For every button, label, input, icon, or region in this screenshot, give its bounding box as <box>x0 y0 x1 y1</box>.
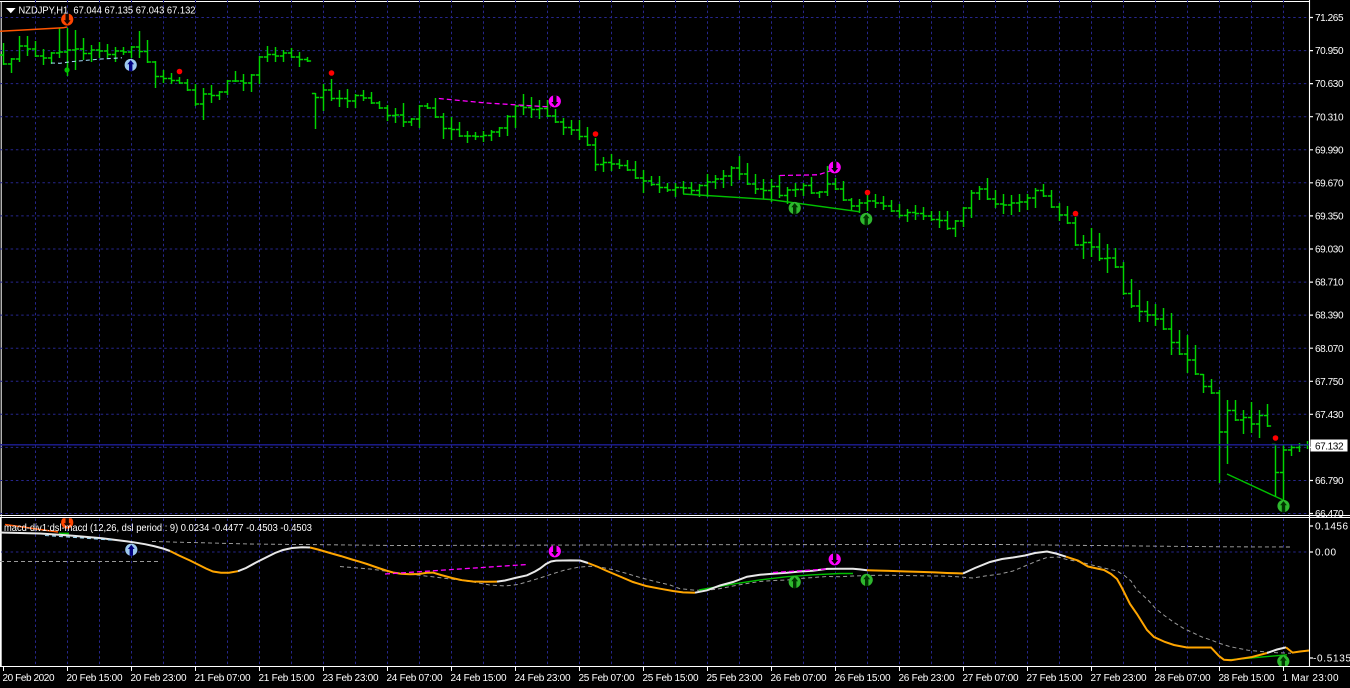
svg-text:26 Feb 07:00: 26 Feb 07:00 <box>771 673 827 684</box>
svg-text:26 Feb 23:00: 26 Feb 23:00 <box>899 673 955 684</box>
svg-text:25 Feb 23:00: 25 Feb 23:00 <box>707 673 763 684</box>
svg-text:69.990: 69.990 <box>1315 145 1344 156</box>
svg-text:25 Feb 07:00: 25 Feb 07:00 <box>579 673 635 684</box>
svg-text:69.350: 69.350 <box>1315 212 1344 223</box>
svg-text:1 Mar 23:00: 1 Mar 23:00 <box>1283 673 1339 684</box>
svg-text:23 Feb 23:00: 23 Feb 23:00 <box>323 673 379 684</box>
svg-text:24 Feb 15:00: 24 Feb 15:00 <box>451 673 507 684</box>
svg-text:20 Feb 15:00: 20 Feb 15:00 <box>67 673 123 684</box>
svg-text:66.470: 66.470 <box>1315 509 1344 520</box>
svg-text:69.670: 69.670 <box>1315 178 1344 189</box>
svg-text:24 Feb 07:00: 24 Feb 07:00 <box>387 673 443 684</box>
svg-text:21 Feb 07:00: 21 Feb 07:00 <box>195 673 251 684</box>
svg-text:28 Feb 15:00: 28 Feb 15:00 <box>1219 673 1275 684</box>
svg-text:71.265: 71.265 <box>1315 13 1344 24</box>
svg-text:27 Feb 07:00: 27 Feb 07:00 <box>963 673 1019 684</box>
svg-text:70.630: 70.630 <box>1315 79 1344 90</box>
svg-text:68.390: 68.390 <box>1315 311 1344 322</box>
svg-text:27 Feb 23:00: 27 Feb 23:00 <box>1091 673 1147 684</box>
svg-text:21 Feb 15:00: 21 Feb 15:00 <box>259 673 315 684</box>
svg-text:-0.5135: -0.5135 <box>1313 654 1350 665</box>
svg-text:NZDJPY,H1 67.044 67.135 67.04: NZDJPY,H1 67.044 67.135 67.043 67.132 <box>19 6 196 17</box>
svg-text:67.430: 67.430 <box>1315 410 1344 421</box>
svg-text:28 Feb 07:00: 28 Feb 07:00 <box>1155 673 1211 684</box>
svg-text:69.030: 69.030 <box>1315 245 1344 256</box>
svg-text:24 Feb 23:00: 24 Feb 23:00 <box>515 673 571 684</box>
svg-text:macd-div1:dsl-macd (12,26, dsl: macd-div1:dsl-macd (12,26, dsl period : … <box>4 523 313 534</box>
svg-text:68.070: 68.070 <box>1315 344 1344 355</box>
svg-text:0.1456: 0.1456 <box>1315 522 1348 533</box>
svg-text:27 Feb 15:00: 27 Feb 15:00 <box>1027 673 1083 684</box>
svg-text:70.310: 70.310 <box>1315 112 1344 123</box>
svg-text:20 Feb 23:00: 20 Feb 23:00 <box>131 673 187 684</box>
svg-text:20 Feb 2020: 20 Feb 2020 <box>3 673 55 684</box>
svg-text:68.710: 68.710 <box>1315 278 1344 289</box>
svg-text:0.00: 0.00 <box>1315 548 1336 559</box>
svg-text:25 Feb 15:00: 25 Feb 15:00 <box>643 673 699 684</box>
svg-text:66.790: 66.790 <box>1315 476 1344 487</box>
svg-text:67.132: 67.132 <box>1315 441 1344 452</box>
svg-text:70.950: 70.950 <box>1315 46 1344 57</box>
svg-text:26 Feb 15:00: 26 Feb 15:00 <box>835 673 891 684</box>
svg-text:67.750: 67.750 <box>1315 377 1344 388</box>
